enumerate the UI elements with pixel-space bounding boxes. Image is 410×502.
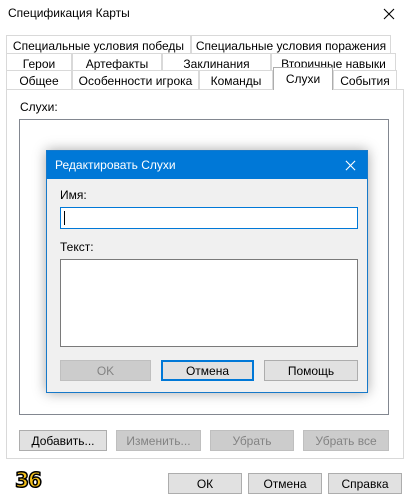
remove-rumor-button[interactable]: Убрать [210,430,294,451]
text-label: Текст: [60,240,94,254]
dialog-ok-button[interactable]: OK [60,360,151,381]
tab-general[interactable]: Общее [6,70,72,90]
level-badge: 36 [14,467,42,493]
text-caret [64,211,65,225]
help-button[interactable]: Справка [328,473,402,494]
window-close-button[interactable] [372,2,406,26]
tab-player-specifics[interactable]: Особенности игрока [72,70,199,90]
tab-special-victory[interactable]: Специальные условия победы [6,35,191,55]
tab-teams[interactable]: Команды [199,70,273,90]
close-icon [383,8,395,20]
dialog-help-button[interactable]: Помощь [264,360,358,381]
window-title: Спецификация Карты [8,6,130,20]
edit-rumor-dialog: Редактировать Слухи Имя: Текст: OK Отмен… [46,150,368,393]
cancel-button[interactable]: Отмена [248,473,322,494]
edit-rumor-button[interactable]: Изменить... [116,430,201,451]
tab-special-loss[interactable]: Специальные условия поражения [191,35,391,55]
dialog-title: Редактировать Слухи [55,158,176,172]
rumor-text-area[interactable] [60,259,358,347]
rumors-list-label: Слухи: [20,100,58,114]
add-rumor-button[interactable]: Добавить... [19,430,107,451]
tab-events[interactable]: События [333,70,397,90]
tab-rumors[interactable]: Слухи [273,67,333,90]
dialog-titlebar: Редактировать Слухи [47,151,367,179]
close-icon [345,160,355,170]
dialog-cancel-button[interactable]: Отмена [161,360,254,381]
ok-button[interactable]: ОК [168,473,242,494]
dialog-close-button[interactable] [337,154,363,176]
name-input[interactable] [60,207,358,229]
remove-all-rumors-button[interactable]: Убрать все [303,430,389,451]
name-label: Имя: [60,188,87,202]
